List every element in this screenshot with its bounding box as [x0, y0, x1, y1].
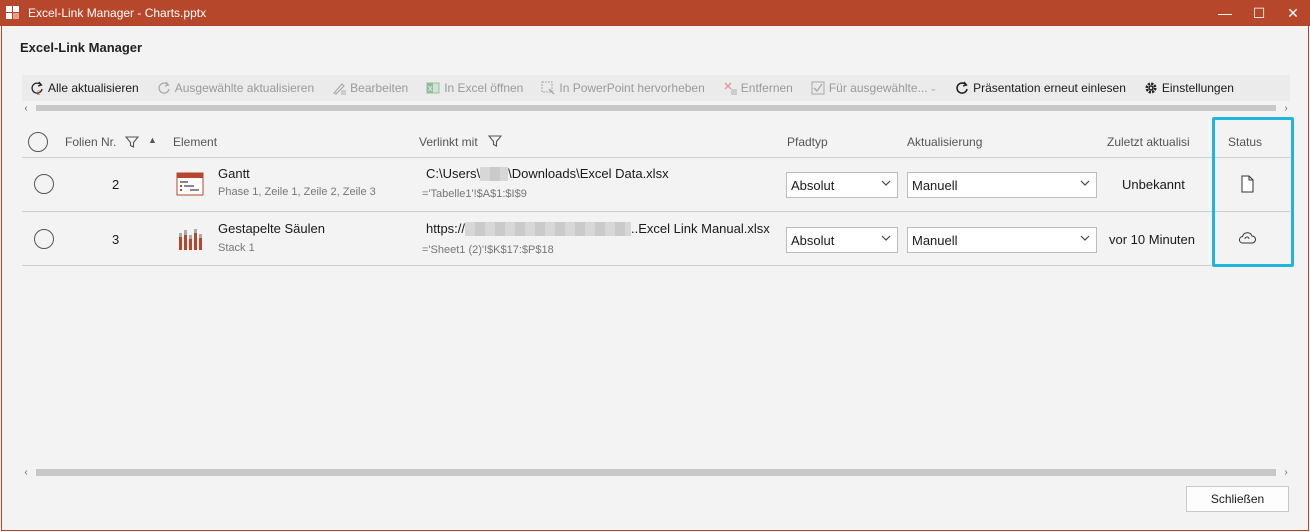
element-name: Gantt — [218, 166, 250, 181]
highlight-in-powerpoint-button[interactable]: In PowerPoint hervorheben — [533, 75, 714, 101]
sort-ascending-icon[interactable]: ▲ — [148, 135, 157, 145]
edit-icon — [332, 81, 347, 95]
element-detail: Phase 1, Zeile 1, Zeile 2, Zeile 3 — [218, 186, 376, 198]
slide-number: 3 — [112, 232, 120, 247]
title-bar: Excel-Link Manager - Charts.pptx — ☐ ✕ — [0, 0, 1310, 26]
toolbar: 2 Alle aktualisieren Ausgewählte aktuali… — [22, 75, 1290, 101]
refresh-all-button[interactable]: 2 Alle aktualisieren — [22, 75, 149, 101]
table-scrollbar[interactable]: ‹ › — [22, 466, 1290, 478]
maximize-button[interactable]: ☐ — [1242, 0, 1276, 26]
settings-button[interactable]: Einstellungen — [1136, 75, 1244, 101]
pathtype-value: Absolut — [791, 232, 835, 248]
remove-label: Entfernen — [740, 81, 793, 95]
chevron-down-icon — [1080, 235, 1090, 241]
reload-icon — [955, 81, 969, 95]
header-linked[interactable]: Verlinkt mit — [419, 135, 478, 149]
refresh-icon — [157, 81, 171, 95]
minimize-button[interactable]: — — [1208, 0, 1242, 26]
scrollbar-thumb[interactable] — [36, 105, 1276, 111]
window-title: Excel-Link Manager - Charts.pptx — [28, 6, 207, 20]
filter-icon[interactable] — [125, 135, 139, 149]
header-pathtype[interactable]: Pfadtyp — [787, 135, 828, 149]
header-last-updated[interactable]: Zuletzt aktualisi — [1107, 135, 1193, 149]
page-title: Excel-Link Manager — [20, 40, 143, 55]
refresh-selected-button[interactable]: Ausgewählte aktualisieren — [149, 75, 324, 101]
dialog-body — [1, 26, 1309, 531]
element-detail: Stack 1 — [218, 242, 255, 254]
chevron-down-icon: ⌄ — [929, 82, 938, 93]
link-path: https:// ..Excel Link Manual.xlsx — [426, 221, 770, 236]
stacked-column-icon — [176, 227, 204, 251]
link-path-suffix: ..Excel Link Manual.xlsx — [631, 221, 770, 236]
last-updated: Unbekannt — [1122, 177, 1185, 192]
redacted-text — [480, 166, 509, 181]
table-header: Folien Nr. ▲ Element Verlinkt mit Pfadty… — [22, 127, 1290, 158]
edit-label: Bearbeiten — [350, 81, 409, 95]
app-icon — [6, 6, 20, 20]
status-column-highlight — [1212, 117, 1294, 267]
link-path-prefix: https:// — [426, 221, 466, 236]
reload-presentation-button[interactable]: Präsentation erneut einlesen — [947, 75, 1136, 101]
pathtype-select[interactable]: Absolut — [786, 172, 898, 198]
pathtype-select[interactable]: Absolut — [786, 227, 898, 253]
scroll-left-icon[interactable]: ‹ — [22, 467, 30, 478]
element-name: Gestapelte Säulen — [218, 221, 325, 236]
reload-presentation-label: Präsentation erneut einlesen — [973, 81, 1126, 95]
edit-button[interactable]: Bearbeiten — [324, 75, 418, 101]
for-selected-dropdown[interactable]: Für ausgewählte... ⌄ — [803, 75, 947, 101]
select-all-radio[interactable] — [28, 132, 48, 152]
refresh-all-label: Alle aktualisieren — [48, 81, 139, 95]
remove-icon — [723, 81, 737, 95]
for-selected-label: Für ausgewählte... — [828, 81, 928, 95]
row-select-radio[interactable] — [34, 174, 54, 194]
link-range: ='Tabelle1'!$A$1:$I$9 — [422, 188, 527, 200]
scroll-right-icon[interactable]: › — [1282, 467, 1290, 478]
scroll-left-icon[interactable]: ‹ — [22, 103, 30, 114]
close-window-button[interactable]: ✕ — [1276, 0, 1310, 26]
chevron-down-icon — [881, 180, 891, 186]
checklist-icon — [811, 81, 825, 95]
chevron-down-icon — [1080, 180, 1090, 186]
update-mode-value: Manuell — [912, 177, 958, 193]
svg-text:X: X — [428, 86, 433, 93]
highlight-in-powerpoint-label: In PowerPoint hervorheben — [559, 81, 705, 95]
scroll-right-icon[interactable]: › — [1282, 103, 1290, 114]
header-update[interactable]: Aktualisierung — [907, 135, 982, 149]
toolbar-scrollbar[interactable]: ‹ › — [22, 103, 1290, 114]
gear-icon — [1144, 81, 1158, 95]
last-updated: vor 10 Minuten — [1109, 232, 1195, 247]
chevron-down-icon — [881, 235, 891, 241]
linked-filter-icon[interactable] — [488, 134, 502, 148]
links-table: Folien Nr. ▲ Element Verlinkt mit Pfadty… — [22, 127, 1290, 269]
redacted-text — [465, 221, 632, 236]
header-slide[interactable]: Folien Nr. — [65, 135, 116, 149]
row-select-radio[interactable] — [34, 229, 54, 249]
refresh-selected-label: Ausgewählte aktualisieren — [174, 81, 315, 95]
settings-label: Einstellungen — [1161, 81, 1234, 95]
excel-icon: X — [426, 81, 440, 95]
refresh-all-icon: 2 — [30, 81, 44, 95]
pathtype-value: Absolut — [791, 177, 835, 193]
link-path: C:\Users\ \Downloads\Excel Data.xlsx — [426, 166, 669, 181]
remove-button[interactable]: Entfernen — [715, 75, 803, 101]
link-path-prefix: C:\Users\ — [426, 166, 481, 181]
highlight-icon — [541, 81, 555, 95]
update-mode-select[interactable]: Manuell — [907, 227, 1097, 253]
close-button[interactable]: Schließen — [1186, 486, 1289, 512]
link-range: ='Sheet1 (2)'!$K$17:$P$18 — [422, 244, 554, 256]
open-in-excel-button[interactable]: X In Excel öffnen — [418, 75, 533, 101]
table-row[interactable]: 3 Gestapelte Säulen Stack 1 https:// ..Ex… — [22, 212, 1290, 266]
update-mode-select[interactable]: Manuell — [907, 172, 1097, 198]
scrollbar-thumb[interactable] — [36, 468, 1276, 476]
table-row[interactable]: 2 Gantt Phase 1, Zeile 1, Zeile 2, Zeile… — [22, 158, 1290, 212]
update-mode-value: Manuell — [912, 232, 958, 248]
gantt-chart-icon — [176, 172, 204, 196]
slide-number: 2 — [112, 177, 120, 192]
open-in-excel-label: In Excel öffnen — [444, 81, 524, 95]
link-path-suffix: \Downloads\Excel Data.xlsx — [508, 166, 669, 181]
header-element[interactable]: Element — [173, 135, 217, 149]
